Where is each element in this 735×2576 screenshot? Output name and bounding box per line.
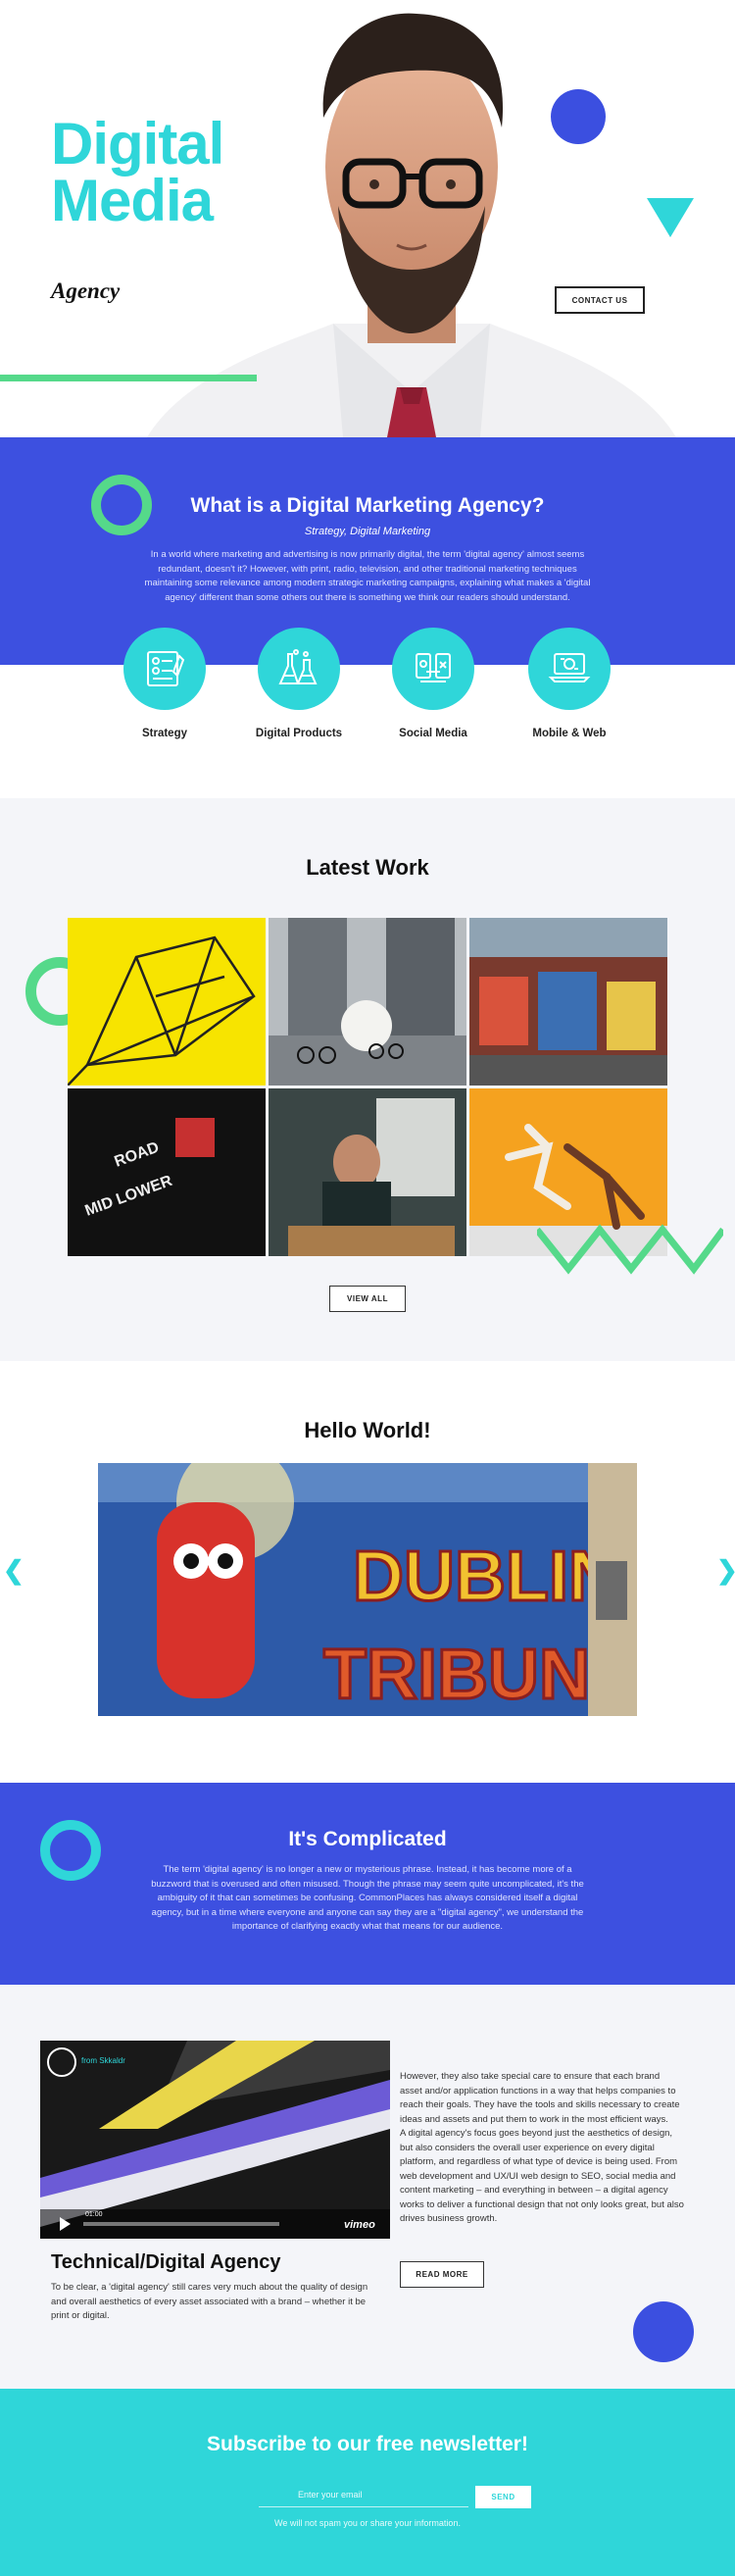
complicated-title: It's Complicated (288, 1828, 447, 1850)
work-tile[interactable] (269, 918, 466, 1086)
agency-title: What is a Digital Marketing Agency? (190, 494, 545, 517)
service-strategy[interactable]: Strategy (91, 628, 238, 739)
service-label: Strategy (141, 728, 188, 739)
technical-right-text: However, they also take special care to … (400, 2070, 684, 2227)
services-row: Strategy Digital Products Social Media M… (0, 628, 735, 755)
chevron-right-icon[interactable]: ❯ (716, 1555, 735, 1586)
complicated-body: The term 'digital agency' is no longer a… (151, 1864, 584, 1932)
decor-cyan-triangle (647, 198, 694, 237)
service-digital-products[interactable]: Digital Products (225, 628, 372, 739)
hero-section: Digital Media Agency CONTACT US (0, 0, 735, 437)
laptop-web-icon (548, 653, 591, 682)
lab-flasks-icon (278, 649, 318, 684)
video-player[interactable]: from Skkaldr 01:00 vimeo (40, 2041, 390, 2239)
video-channel: from Skkaldr (81, 2056, 125, 2065)
chevron-left-icon[interactable]: ❮ (3, 1555, 24, 1586)
service-mobile-web[interactable]: Mobile & Web (496, 628, 643, 739)
technical-paragraph: However, they also take special care to … (400, 2071, 680, 2125)
strategy-board-icon (147, 651, 185, 686)
hello-world-section: Hello World! ❮ DUBLIN TRIBUN ❯ (0, 1361, 735, 1783)
hero-title-line2: Media (51, 168, 214, 233)
slider-image: DUBLIN TRIBUN (98, 1463, 637, 1716)
read-more-button[interactable]: READ MORE (400, 2261, 484, 2288)
newsletter-section: Subscribe to our free newsletter! SEND W… (0, 2389, 735, 2576)
decor-blue-circle (633, 2301, 694, 2362)
technical-body: To be clear, a 'digital agency' still ca… (51, 2282, 368, 2321)
work-tile[interactable] (68, 918, 266, 1086)
work-tile[interactable] (269, 1088, 466, 1256)
technical-section: from Skkaldr 01:00 vimeo Technical/Digit… (0, 1985, 735, 2389)
work-tile[interactable] (469, 918, 667, 1086)
work-grid: MID LOWER ROAD (68, 918, 667, 1257)
agency-subtitle: Strategy, Digital Marketing (304, 526, 431, 537)
decor-blue-circle (551, 89, 606, 144)
technical-paragraph: A digital agency's focus goes beyond jus… (400, 2128, 684, 2224)
email-input[interactable] (259, 2482, 468, 2507)
work-tile[interactable]: MID LOWER ROAD (68, 1088, 266, 1256)
decor-green-zigzag (537, 1224, 723, 1275)
hero-title-line1: Digital (51, 111, 224, 177)
hero-portrait-image (147, 13, 676, 437)
hero-accent-line (0, 375, 257, 381)
service-label: Digital Products (255, 728, 343, 739)
latest-work-section: Latest Work MID LOWER ROAD VIEW ALL (0, 798, 735, 1361)
service-label: Mobile & Web (532, 728, 607, 739)
svg-text:DUBLIN: DUBLIN (353, 1538, 619, 1616)
send-button[interactable]: SEND (475, 2486, 531, 2508)
svg-text:TRIBUN: TRIBUN (323, 1636, 590, 1714)
service-social-media[interactable]: Social Media (360, 628, 507, 739)
newsletter-title: Subscribe to our free newsletter! (207, 2433, 528, 2455)
contact-us-button[interactable]: CONTACT US (555, 286, 645, 314)
video-time: 01:00 (85, 2211, 103, 2218)
social-phones-icon (416, 653, 451, 682)
complicated-section: It's Complicated The term 'digital agenc… (0, 1783, 735, 1985)
newsletter-note: We will not spam you or share your infor… (274, 2518, 461, 2528)
technical-title: Technical/Digital Agency (51, 2251, 281, 2273)
agency-body: In a world where marketing and advertisi… (144, 549, 591, 603)
view-all-button[interactable]: VIEW ALL (329, 1286, 406, 1312)
vimeo-logo: vimeo (344, 2219, 375, 2231)
service-label: Social Media (399, 728, 467, 739)
latest-work-title: Latest Work (306, 855, 429, 880)
hero-subtitle: Agency (51, 278, 121, 303)
hero-title: Digital Media (51, 111, 224, 233)
hello-world-title: Hello World! (304, 1418, 431, 1442)
